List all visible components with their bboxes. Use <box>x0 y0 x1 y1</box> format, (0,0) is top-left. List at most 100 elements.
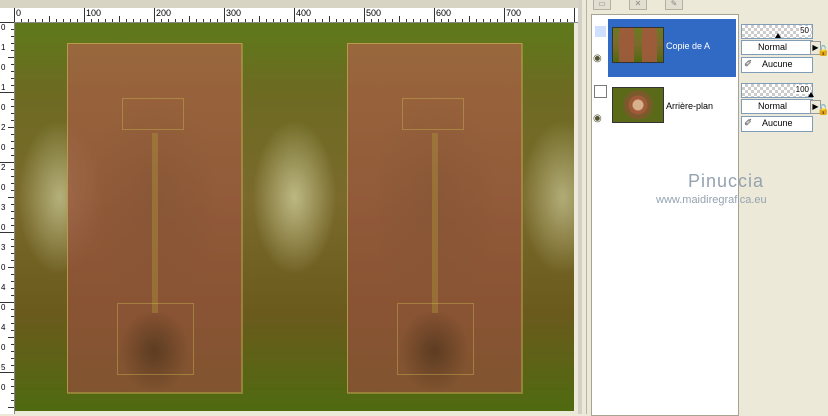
ruler-tick <box>315 19 316 22</box>
ruler-tick <box>98 19 99 22</box>
ruler-tick <box>490 19 491 22</box>
ruler-tick <box>553 19 554 22</box>
ruler-tick <box>11 218 14 219</box>
layer-row-copy[interactable]: ◉ Copie de A <box>592 19 738 77</box>
mask-select[interactable]: ✐ Aucune <box>741 116 813 132</box>
ruler-tick <box>8 337 14 338</box>
ruler-label: 0 <box>1 183 6 192</box>
ruler-tick <box>357 19 358 22</box>
ruler-tick <box>11 169 14 170</box>
image-canvas[interactable] <box>15 23 574 411</box>
ruler-label: 400 <box>296 8 312 18</box>
ruler-tick <box>322 19 323 22</box>
eye-icon[interactable]: ◉ <box>593 114 606 124</box>
new-layer-icon[interactable]: ▭ <box>593 0 611 10</box>
blend-mode-select[interactable]: Normal ▶ <box>741 99 821 114</box>
ruler-label: 4 <box>1 323 6 332</box>
blend-mode-select[interactable]: Normal ▶ <box>741 40 821 55</box>
ruler-tick <box>231 19 232 22</box>
ruler-tick <box>77 19 78 22</box>
ruler-tick <box>11 239 14 240</box>
ruler-tick <box>385 19 386 22</box>
ruler-tick <box>8 267 14 268</box>
ruler-tick <box>189 16 190 22</box>
ruler-tick <box>420 19 421 22</box>
ruler-tick <box>11 36 14 37</box>
ruler-tick <box>147 19 148 22</box>
ruler-tick <box>84 8 85 22</box>
ruler-tick <box>427 19 428 22</box>
ruler-tick <box>11 64 14 65</box>
ruler-tick <box>518 19 519 22</box>
ruler-tick <box>112 19 113 22</box>
ruler-tick <box>11 204 14 205</box>
vertical-ruler: 0 1 0 1 0 2 0 2 0 3 0 3 0 4 0 4 0 5 0 <box>0 22 15 414</box>
ruler-tick <box>203 19 204 22</box>
ruler-tick <box>448 19 449 22</box>
mask-value: Aucune <box>762 59 793 69</box>
ruler-label: 300 <box>226 8 242 18</box>
ruler-tick <box>301 19 302 22</box>
ruler-tick <box>11 281 14 282</box>
ruler-tick <box>11 29 14 30</box>
ruler-tick <box>11 78 14 79</box>
ruler-label: 0 <box>1 263 6 272</box>
ruler-tick <box>280 19 281 22</box>
opacity-slider[interactable]: 50 <box>741 24 813 39</box>
blend-mode-value: Normal <box>758 101 788 111</box>
raster-layer-icon <box>594 85 607 98</box>
ruler-tick <box>63 19 64 22</box>
delete-layer-icon[interactable]: ✕ <box>629 0 647 10</box>
ruler-label: 3 <box>1 243 6 252</box>
ruler-tick <box>11 365 14 366</box>
ruler-tick <box>28 19 29 22</box>
ruler-tick <box>497 19 498 22</box>
ruler-tick <box>140 19 141 22</box>
canvas-area[interactable]: 0 100 200 300 400 500 600 700 01010202030304040… <box>0 0 582 414</box>
mask-select[interactable]: ✐ Aucune <box>741 57 813 73</box>
ruler-tick <box>462 19 463 22</box>
lock-icon[interactable]: 🔓 <box>817 46 828 57</box>
properties-icon[interactable]: ✎ <box>665 0 683 10</box>
layer-props-copy: 50 Normal ▶ 🔓 ✐ Aucune <box>739 22 828 74</box>
lock-icon[interactable]: 🔓 <box>817 105 828 116</box>
ruler-tick <box>11 260 14 261</box>
ruler-label: 200 <box>156 8 172 18</box>
brush-icon: ✐ <box>744 59 753 70</box>
ruler-tick <box>378 19 379 22</box>
layer-row-background[interactable]: ◉ Arrière-plan <box>592 79 738 137</box>
ruler-tick <box>210 19 211 22</box>
ruler-tick <box>11 106 14 107</box>
ruler-tick <box>329 16 330 22</box>
ruler-tick <box>35 19 36 22</box>
ruler-label: 2 <box>1 163 6 172</box>
ruler-tick <box>11 141 14 142</box>
ruler-tick <box>11 309 14 310</box>
ruler-label: 1 <box>1 83 6 92</box>
ruler-tick <box>11 253 14 254</box>
ruler-tick <box>14 8 15 22</box>
ruler-label: 0 <box>1 303 6 312</box>
opacity-marker[interactable] <box>775 33 781 38</box>
ruler-tick <box>175 19 176 22</box>
ruler-tick <box>294 8 295 22</box>
ruler-tick <box>476 19 477 22</box>
ruler-tick <box>245 19 246 22</box>
layers-palette: ▭ ✕ ✎ ◉ Copie de A ◉ Arrière-plan Pinucc… <box>586 0 828 416</box>
eye-icon[interactable]: ◉ <box>593 54 606 64</box>
ruler-label: 5 <box>1 363 6 372</box>
canvas-scrollbar[interactable] <box>578 0 582 414</box>
ruler-tick <box>11 379 14 380</box>
ruler-tick <box>11 155 14 156</box>
ruler-tick <box>469 16 470 22</box>
ruler-tick <box>266 19 267 22</box>
ruler-tick <box>11 85 14 86</box>
ruler-tick <box>11 400 14 401</box>
ruler-tick <box>308 19 309 22</box>
ruler-tick <box>11 323 14 324</box>
opacity-value: 50 <box>799 26 810 35</box>
ruler-tick <box>49 16 50 22</box>
opacity-slider[interactable]: 100 <box>741 83 814 98</box>
ruler-tick <box>11 225 14 226</box>
ruler-tick <box>11 190 14 191</box>
